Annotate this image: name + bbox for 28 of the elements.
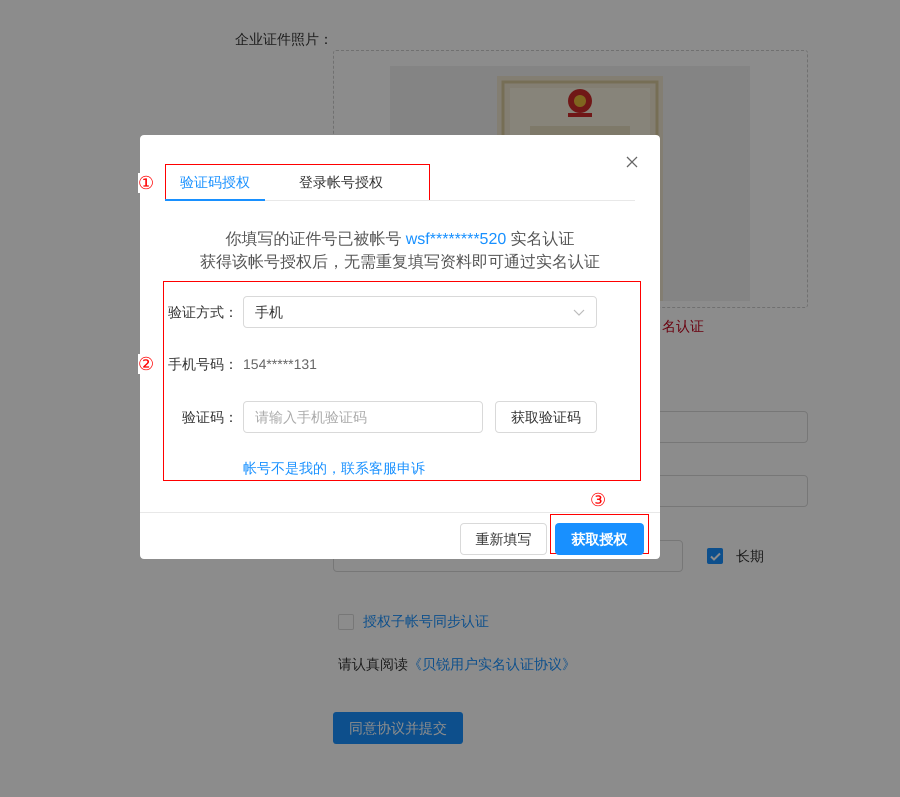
- chevron-icon: [573, 308, 585, 316]
- checkbox-label: 长期: [736, 546, 764, 566]
- reset-button[interactable]: 重新填写: [460, 523, 547, 555]
- get-code-button[interactable]: 获取验证码: [495, 401, 597, 433]
- field-label: 验证码：: [181, 408, 238, 426]
- step-number: ②: [138, 354, 154, 374]
- notice-text: 你填写的证件号已被帐号 wsf********520 实名认证: [224, 230, 576, 250]
- select-field[interactable]: 手机: [243, 296, 597, 328]
- field-label: 手机号码：: [167, 355, 238, 374]
- checkbox[interactable]: [707, 548, 723, 564]
- checkbox-label: 授权子帐号同步认证: [363, 612, 489, 631]
- agreement-link[interactable]: 《贝锐用户实名认证协议》: [408, 656, 576, 672]
- close-icon[interactable]: [626, 156, 638, 168]
- submit-button[interactable]: 同意协议并提交: [333, 712, 463, 744]
- confirm-button[interactable]: 获取授权: [555, 523, 644, 555]
- check-icon: [710, 552, 720, 560]
- tab[interactable]: 登录帐号授权: [284, 166, 398, 201]
- error-text: 名认证: [662, 317, 705, 336]
- agreement-text: 请认真阅读《贝锐用户实名认证协议》: [338, 655, 577, 674]
- tab[interactable]: 验证码授权: [165, 166, 265, 201]
- field-label: 企业证件照片：: [235, 30, 327, 49]
- input-field[interactable]: 请输入手机验证码: [243, 401, 483, 433]
- account-link[interactable]: wsf********520: [406, 231, 506, 248]
- phone-number: 154*****131: [243, 355, 317, 374]
- notice-text: 获得该帐号授权后，无需重复填写资料即可通过实名认证: [199, 252, 601, 273]
- appeal-link[interactable]: 帐号不是我的，联系客服申诉: [243, 458, 425, 479]
- field-label: 验证方式：: [167, 302, 238, 322]
- step-number: ①: [138, 173, 154, 193]
